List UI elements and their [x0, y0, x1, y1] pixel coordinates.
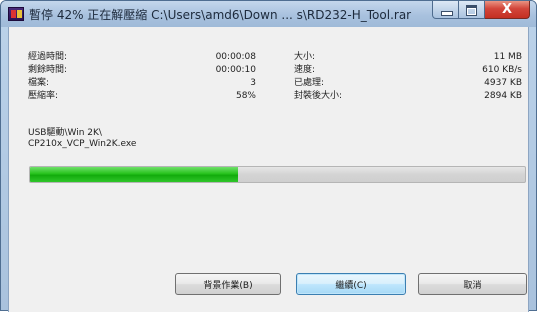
extraction-progress-window: 暫停 42% 正在解壓縮 C:\Users\amd6\Down ... s\RD…: [0, 0, 537, 312]
compression-ratio-label: 壓縮率:: [28, 91, 59, 101]
current-file-name: CP210x_VCP_Win2K.exe: [28, 139, 137, 149]
processed-label: 已處理:: [294, 78, 325, 88]
close-button[interactable]: X: [485, 1, 530, 19]
title-bar[interactable]: 暫停 42% 正在解壓縮 C:\Users\amd6\Down ... s\RD…: [1, 1, 536, 27]
speed-label: 速度:: [294, 65, 316, 75]
remaining-time-label: 剩餘時間:: [28, 65, 68, 75]
progress-bar-fill: [30, 167, 238, 182]
size-value: 11 MB: [493, 52, 522, 62]
elapsed-time-value: 00:00:08: [215, 52, 256, 62]
window-title: 暫停 42% 正在解壓縮 C:\Users\amd6\Down ... s\RD…: [29, 8, 412, 22]
background-button[interactable]: 背景作業(B): [175, 273, 281, 295]
maximize-icon: [466, 5, 477, 16]
maximize-button[interactable]: [459, 1, 485, 19]
size-label: 大小:: [294, 52, 316, 62]
elapsed-time-label: 經過時間:: [28, 52, 68, 62]
files-value: 3: [250, 78, 256, 88]
extraction-progress-bar: [29, 166, 526, 183]
packed-size-label: 封裝後大小:: [294, 91, 343, 101]
cancel-button[interactable]: 取消: [418, 273, 527, 295]
continue-button[interactable]: 繼續(C): [296, 273, 406, 295]
speed-value: 610 KB/s: [482, 65, 522, 75]
packed-size-value: 2894 KB: [484, 91, 522, 101]
minimize-icon: [441, 11, 453, 16]
winrar-app-icon[interactable]: [8, 7, 24, 21]
minimize-button[interactable]: [432, 1, 459, 19]
current-file-folder: USB驅動\Win 2K\: [28, 128, 102, 138]
window-controls: X: [432, 1, 530, 20]
dialog-body: 經過時間: 剩餘時間: 檔案: 壓縮率: 00:00:08 00:00:10 3…: [8, 27, 529, 312]
remaining-time-value: 00:00:10: [215, 65, 256, 75]
close-icon: X: [501, 2, 513, 17]
files-label: 檔案:: [28, 78, 50, 88]
processed-value: 4937 KB: [484, 78, 522, 88]
compression-ratio-value: 58%: [235, 91, 256, 101]
